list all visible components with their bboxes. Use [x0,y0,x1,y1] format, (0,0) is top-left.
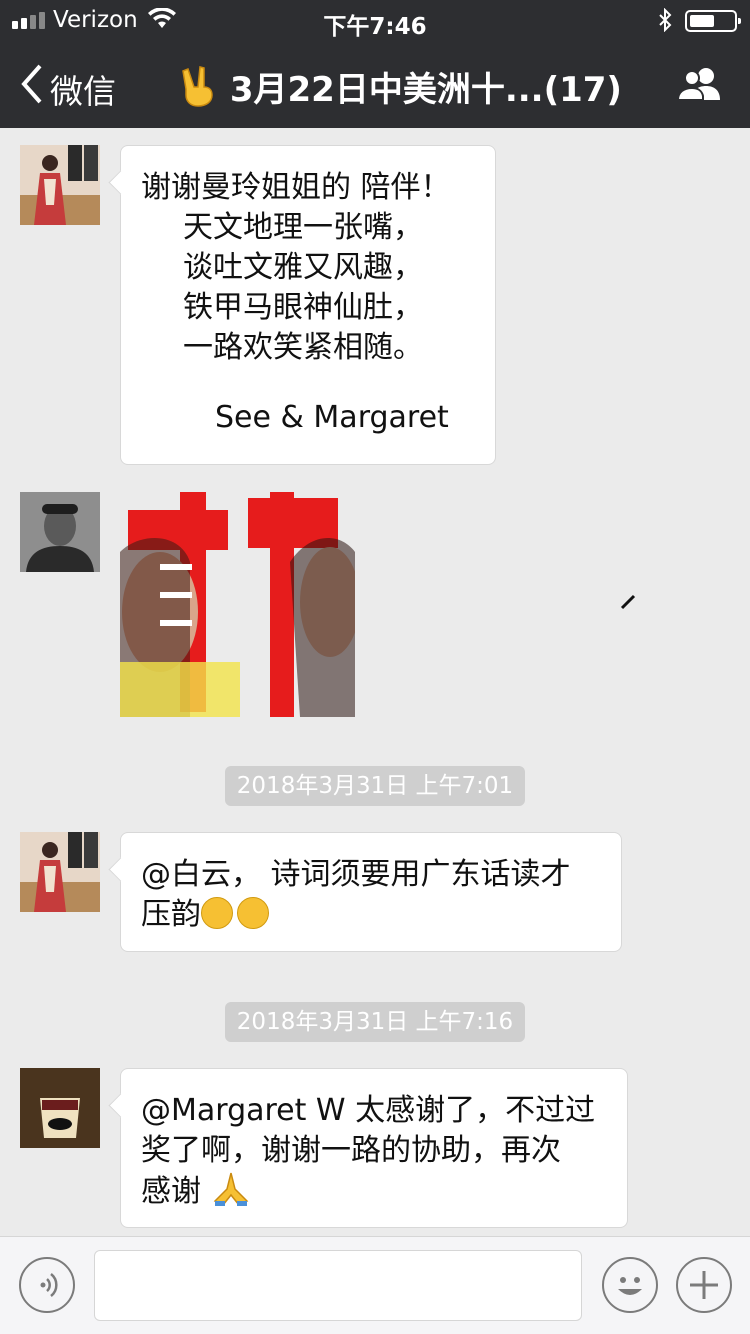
avatar[interactable] [20,145,100,225]
back-button[interactable]: 微信 [50,65,116,113]
poem-line: 谢谢曼玲姐姐的 陪伴！ [141,170,451,205]
poem-line: 一路欢笑紧相随。 [183,330,423,365]
status-bar: Verizon 下午7:46 [0,0,750,40]
message-bubble[interactable]: 谢谢曼玲姐姐的 陪伴！ 天文地理一张嘴， 谈吐文雅又风趣， 铁甲马眼神仙肚， 一… [120,145,496,465]
sticker-image[interactable]: 真棒 [120,492,355,717]
message-bubble[interactable]: @白云， 诗词须要用广东话读才 压韵 [120,832,622,952]
stray-mark-icon [620,594,636,610]
clock: 下午7:46 [323,14,427,40]
thinking-face-icon [237,897,269,929]
poem-line: 天文地理一张嘴， [183,210,423,245]
thinking-face-icon [201,897,233,929]
back-chevron-icon[interactable] [20,64,44,104]
timestamp: 2018年3月31日 上午7:01 [0,766,750,806]
avatar-photo-icon [20,145,100,225]
poem-line: 谈吐文雅又风趣， [183,250,423,285]
plus-icon [690,1271,718,1299]
battery-icon [685,10,741,32]
more-button[interactable] [676,1257,732,1313]
input-bar [0,1236,750,1334]
chat-title-text: 3月22日中美洲十...(17) [229,70,622,110]
message-line: 压韵 [141,895,601,935]
avatar[interactable] [20,832,100,912]
message-line: @白云， 诗词须要用广东话读才 [141,857,571,892]
group-members-icon[interactable] [676,66,726,102]
smiley-icon [618,1277,642,1295]
avatar[interactable] [20,1068,100,1148]
bluetooth-icon [659,8,672,32]
message-line-text: 压韵 [141,897,201,932]
timestamp: 2018年3月31日 上午7:16 [0,1002,750,1042]
chat-title: 3月22日中美洲十...(17) [178,62,622,111]
message-signature: See & Margaret [215,400,449,435]
message-bubble[interactable]: @Margaret W 太感谢了，不过过 奖了啊，谢谢一路的协助，再次 感谢 [120,1068,628,1228]
message-line: @Margaret W 太感谢了，不过过 [141,1093,596,1128]
poem-line: 铁甲马眼神仙肚， [183,290,423,325]
avatar-photo-icon [20,832,100,912]
message-line-text: 感谢 [141,1174,201,1209]
avatar-photo-icon [20,492,100,572]
avatar[interactable] [20,492,100,572]
folded-hands-icon [213,1172,248,1206]
voice-icon [40,1273,58,1297]
message-input[interactable] [94,1250,582,1321]
timestamp-text: 2018年3月31日 上午7:16 [224,1002,526,1042]
sticker-text: 真棒 [120,492,121,493]
timestamp-text: 2018年3月31日 上午7:01 [224,766,526,806]
emoji-button[interactable] [602,1257,658,1313]
top-bar: Verizon 下午7:46 微信 3月22日中美洲十...(17) [0,0,750,128]
peace-hand-icon [182,66,213,107]
avatar-photo-icon [20,1068,100,1148]
message-line: 奖了啊，谢谢一路的协助，再次 [141,1133,561,1168]
message-line: 感谢 [141,1171,607,1212]
sticker-artwork-icon [120,492,355,717]
voice-toggle-button[interactable] [19,1257,75,1313]
